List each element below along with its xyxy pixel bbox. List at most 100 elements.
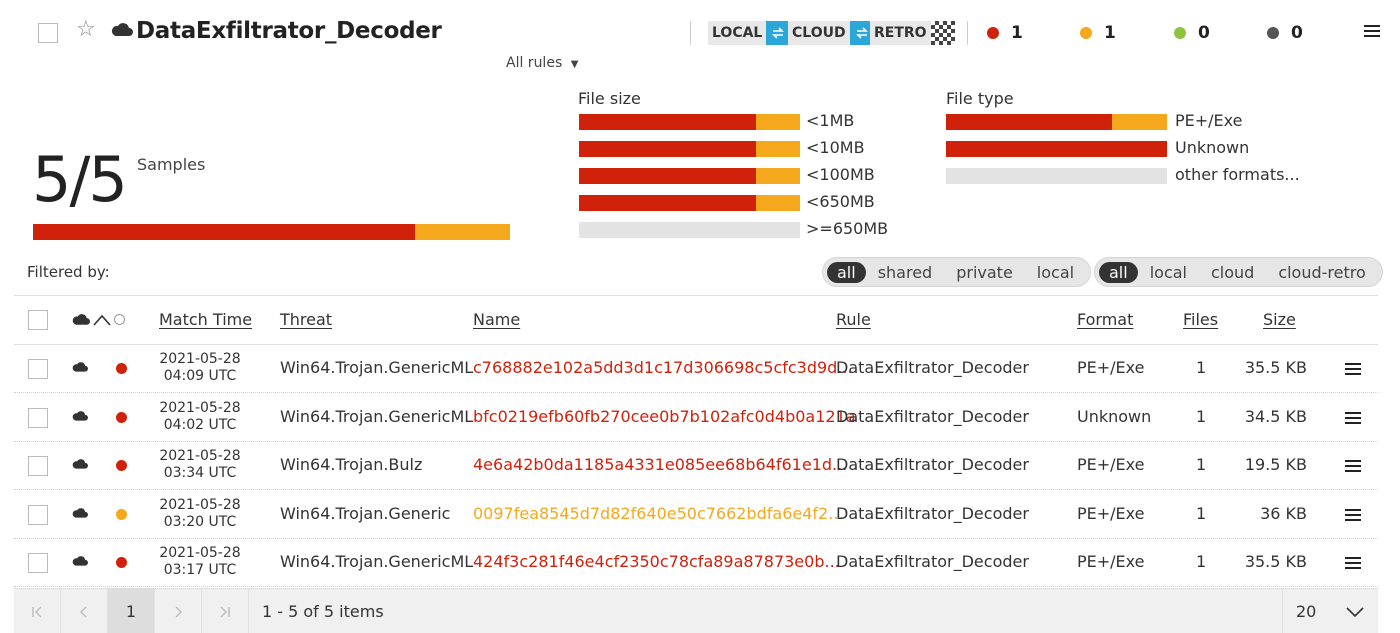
col-format[interactable]: Format	[1077, 310, 1133, 329]
row-menu-icon[interactable]	[1345, 411, 1361, 427]
cloud-tag[interactable]: CLOUD	[788, 21, 874, 45]
file-type-bar[interactable]	[946, 114, 1167, 130]
col-size[interactable]: Size	[1263, 310, 1296, 329]
sample-name-link[interactable]: 424f3c281f46e4cf2350c78cfa89a87873e0b...	[473, 552, 840, 571]
first-page-button[interactable]	[14, 589, 61, 633]
table-row[interactable]: 2021-05-28 03:34 UTC Win64.Trojan.Bulz 4e…	[14, 442, 1378, 491]
severity-dot-icon	[116, 508, 127, 520]
rules-filter-dropdown[interactable]: All rules ▼	[506, 55, 578, 71]
page-button-current[interactable]: 1	[108, 589, 155, 633]
file-size-bar[interactable]	[579, 141, 800, 157]
sample-name-link[interactable]: c768882e102a5dd3d1c17d306698c5cfc3d9d...	[473, 358, 853, 377]
file-type-bar[interactable]	[946, 141, 1167, 157]
select-all-checkbox[interactable]	[28, 310, 48, 330]
row-menu-icon[interactable]	[1345, 363, 1361, 378]
match-time: 2021-05-28 04:09 UTC	[155, 351, 245, 385]
row-menu-icon[interactable]	[1345, 557, 1361, 572]
sample-name-link[interactable]: 0097fea8545d7d82f640e50c7662bdfa6e4f2...	[473, 504, 843, 523]
sort-caret-up-icon[interactable]	[93, 314, 111, 326]
table-row[interactable]: 2021-05-28 03:20 UTC Win64.Trojan.Generic…	[14, 491, 1378, 539]
local-tag[interactable]: LOCAL	[708, 21, 791, 45]
severity-dot-icon	[116, 411, 127, 423]
file-type-item-label[interactable]: Unknown	[1175, 138, 1249, 157]
next-page-button[interactable]	[155, 589, 202, 633]
threat-cell: Win64.Trojan.GenericML	[280, 406, 474, 426]
row-menu-icon[interactable]	[1345, 508, 1361, 524]
files-cell: 1	[1196, 406, 1207, 426]
page-size-value: 20	[1296, 602, 1317, 621]
table-row[interactable]: 2021-05-28 03:17 UTC Win64.Trojan.Generic…	[14, 539, 1378, 588]
file-type-item-label[interactable]: PE+/Exe	[1175, 111, 1242, 130]
col-match-time[interactable]: Match Time	[159, 310, 252, 329]
count-orange-value: 1	[1104, 23, 1116, 43]
match-time: 2021-05-28 04:02 UTC	[155, 400, 245, 434]
file-size-bar[interactable]	[579, 114, 800, 130]
row-checkbox[interactable]	[28, 553, 48, 574]
cloud-tag-label: CLOUD	[788, 21, 850, 45]
severity-dot-icon	[116, 363, 127, 374]
severity-dot-icon	[116, 460, 127, 472]
file-size-bar[interactable]	[579, 168, 800, 184]
file-size-bar[interactable]	[579, 222, 800, 238]
green-dot-icon	[1174, 27, 1186, 39]
match-time-utc: 03:34 UTC	[163, 465, 237, 482]
scope-option[interactable]: local	[1025, 263, 1086, 282]
row-checkbox[interactable]	[28, 359, 48, 379]
rule-title: DataExfiltrator_Decoder	[136, 18, 442, 44]
table-row[interactable]: 2021-05-28 04:02 UTC Win64.Trojan.Generic…	[14, 394, 1378, 442]
sample-name-link[interactable]: 4e6a42b0da1185a4331e085ee68b64f61e1d...	[473, 455, 847, 474]
row-menu-icon[interactable]	[1345, 460, 1361, 475]
chevron-left-icon	[80, 606, 87, 617]
file-size-bar[interactable]	[579, 195, 800, 211]
retro-tag[interactable]: RETRO	[870, 21, 955, 45]
file-type-item-label[interactable]: other formats...	[1175, 165, 1300, 184]
count-green-value: 0	[1198, 23, 1210, 43]
star-icon[interactable]: ☆	[76, 17, 96, 42]
row-checkbox[interactable]	[28, 456, 48, 477]
file-size-item-label[interactable]: <100MB	[806, 165, 875, 184]
pagination-bar: 1 1 - 5 of 5 items 20	[14, 588, 1378, 633]
header-divider	[690, 21, 691, 45]
bar-red-segment	[579, 141, 756, 157]
gray-dot-icon	[1267, 27, 1279, 39]
select-rule-checkbox[interactable]	[38, 23, 58, 43]
files-cell: 1	[1196, 552, 1207, 572]
cloud-icon[interactable]	[72, 313, 90, 325]
table-row[interactable]: 2021-05-28 04:09 UTC Win64.Trojan.Generic…	[14, 345, 1378, 393]
col-files[interactable]: Files	[1183, 310, 1218, 329]
file-size-item-label[interactable]: <1MB	[806, 111, 854, 130]
file-size-item-label[interactable]: >=650MB	[806, 219, 888, 238]
size-cell: 35.5 KB	[1244, 552, 1307, 572]
red-dot-icon	[987, 27, 999, 39]
scope-option[interactable]: private	[944, 263, 1025, 282]
last-page-button[interactable]	[202, 589, 249, 633]
source-option[interactable]: cloud	[1199, 263, 1266, 282]
file-type-bar[interactable]	[946, 168, 1167, 184]
col-name[interactable]: Name	[473, 310, 520, 329]
format-cell: PE+/Exe	[1077, 455, 1145, 475]
menu-icon[interactable]	[1364, 25, 1380, 40]
prev-page-button[interactable]	[61, 589, 108, 633]
match-time-utc: 04:02 UTC	[163, 416, 237, 433]
scope-option[interactable]: shared	[866, 263, 945, 282]
rule-cell: DataExfiltrator_Decoder	[836, 503, 1029, 523]
page-size-select[interactable]: 20	[1282, 589, 1378, 633]
sample-name-link[interactable]: bfc0219efb60fb270cee0b7b102afc0d4b0a121a	[473, 407, 856, 426]
source-option[interactable]: all	[1099, 261, 1138, 283]
file-size-item-label[interactable]: <650MB	[806, 192, 875, 211]
samples-count: 5/5	[32, 143, 128, 216]
size-cell: 35.5 KB	[1244, 358, 1307, 377]
col-rule[interactable]: Rule	[836, 310, 871, 329]
status-circle-icon[interactable]	[114, 314, 125, 325]
chevron-down-icon	[1346, 607, 1364, 618]
source-option[interactable]: local	[1138, 263, 1199, 282]
rule-cell: DataExfiltrator_Decoder	[836, 358, 1029, 377]
source-option[interactable]: cloud-retro	[1266, 263, 1377, 282]
file-size-item-label[interactable]: <10MB	[806, 138, 865, 157]
count-red-value: 1	[1011, 23, 1023, 43]
col-threat[interactable]: Threat	[280, 310, 332, 329]
files-cell: 1	[1196, 455, 1207, 475]
scope-option[interactable]: all	[827, 261, 866, 283]
row-checkbox[interactable]	[28, 504, 48, 525]
row-checkbox[interactable]	[28, 407, 48, 428]
